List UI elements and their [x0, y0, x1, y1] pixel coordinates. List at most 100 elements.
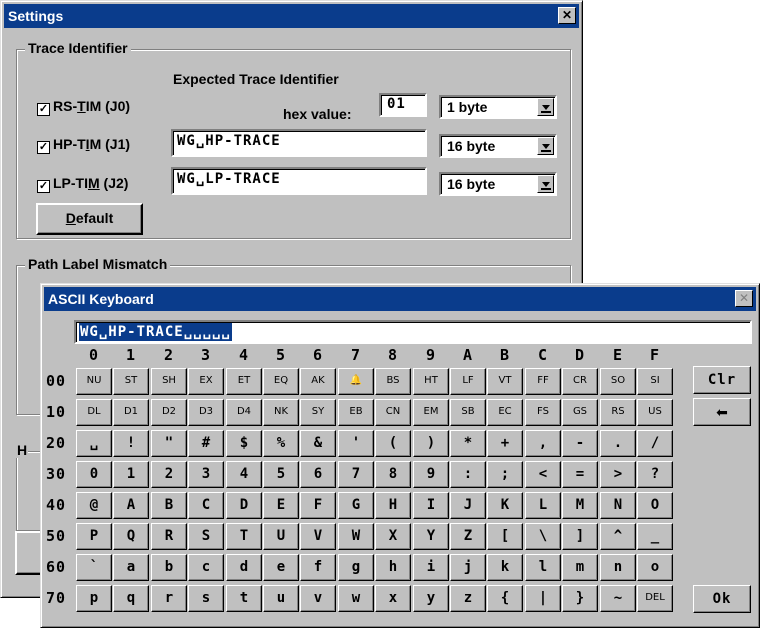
key-60-D[interactable]: m	[562, 554, 598, 581]
key-00-3[interactable]: EX	[188, 368, 224, 395]
key-00-E[interactable]: SO	[600, 368, 636, 395]
key-00-9[interactable]: HT	[413, 368, 449, 395]
key-50-B[interactable]: [	[487, 523, 523, 550]
key-60-E[interactable]: n	[600, 554, 636, 581]
key-10-3[interactable]: D3	[188, 399, 224, 426]
key-30-6[interactable]: 6	[300, 461, 336, 488]
key-10-2[interactable]: D2	[151, 399, 187, 426]
key-70-8[interactable]: x	[375, 585, 411, 612]
key-00-1[interactable]: ST	[113, 368, 149, 395]
key-50-1[interactable]: Q	[113, 523, 149, 550]
key-20-F[interactable]: /	[637, 430, 673, 457]
key-30-3[interactable]: 3	[188, 461, 224, 488]
key-10-8[interactable]: CN	[375, 399, 411, 426]
key-50-3[interactable]: S	[188, 523, 224, 550]
rs-size-select[interactable]: 1 byte	[439, 95, 557, 119]
key-70-B[interactable]: {	[487, 585, 523, 612]
hp-size-select[interactable]: 16 byte	[439, 134, 557, 158]
lp-tim-checkbox[interactable]: ✓ LP-TIM (J2)	[37, 175, 128, 193]
key-40-D[interactable]: M	[562, 492, 598, 519]
key-20-6[interactable]: &	[300, 430, 336, 457]
key-40-A[interactable]: J	[450, 492, 486, 519]
key-30-4[interactable]: 4	[226, 461, 262, 488]
key-30-2[interactable]: 2	[151, 461, 187, 488]
key-20-E[interactable]: .	[600, 430, 636, 457]
key-50-6[interactable]: V	[300, 523, 336, 550]
key-60-5[interactable]: e	[263, 554, 299, 581]
key-20-4[interactable]: $	[226, 430, 262, 457]
chevron-down-icon[interactable]	[537, 175, 554, 193]
chevron-down-icon[interactable]	[537, 137, 554, 155]
key-10-4[interactable]: D4	[226, 399, 262, 426]
key-50-C[interactable]: \	[525, 523, 561, 550]
key-70-3[interactable]: s	[188, 585, 224, 612]
key-20-7[interactable]: '	[338, 430, 374, 457]
key-50-E[interactable]: ^	[600, 523, 636, 550]
key-50-7[interactable]: W	[338, 523, 374, 550]
key-00-0[interactable]: NU	[76, 368, 112, 395]
key-00-7[interactable]: 🔔	[338, 368, 374, 395]
key-70-2[interactable]: r	[151, 585, 187, 612]
rs-tim-checkbox[interactable]: ✓ RS-TIM (J0)	[37, 98, 130, 116]
key-30-8[interactable]: 8	[375, 461, 411, 488]
key-30-E[interactable]: >	[600, 461, 636, 488]
key-70-A[interactable]: z	[450, 585, 486, 612]
key-40-2[interactable]: B	[151, 492, 187, 519]
key-00-C[interactable]: FF	[525, 368, 561, 395]
key-20-3[interactable]: #	[188, 430, 224, 457]
key-70-C[interactable]: |	[525, 585, 561, 612]
key-50-0[interactable]: P	[76, 523, 112, 550]
key-00-D[interactable]: CR	[562, 368, 598, 395]
key-60-A[interactable]: j	[450, 554, 486, 581]
key-70-4[interactable]: t	[226, 585, 262, 612]
clear-button[interactable]: Clr	[693, 366, 751, 394]
key-60-F[interactable]: o	[637, 554, 673, 581]
key-30-C[interactable]: <	[525, 461, 561, 488]
key-40-C[interactable]: L	[525, 492, 561, 519]
key-10-6[interactable]: SY	[300, 399, 336, 426]
key-10-0[interactable]: DL	[76, 399, 112, 426]
key-50-2[interactable]: R	[151, 523, 187, 550]
key-20-8[interactable]: (	[375, 430, 411, 457]
key-10-D[interactable]: GS	[562, 399, 598, 426]
key-60-2[interactable]: b	[151, 554, 187, 581]
key-30-0[interactable]: 0	[76, 461, 112, 488]
lp-size-select[interactable]: 16 byte	[439, 172, 557, 196]
key-70-7[interactable]: w	[338, 585, 374, 612]
key-40-9[interactable]: I	[413, 492, 449, 519]
hp-tim-checkbox[interactable]: ✓ HP-TIM (J1)	[37, 136, 130, 154]
key-70-5[interactable]: u	[263, 585, 299, 612]
key-10-1[interactable]: D1	[113, 399, 149, 426]
key-00-2[interactable]: SH	[151, 368, 187, 395]
key-00-5[interactable]: EQ	[263, 368, 299, 395]
backspace-button[interactable]: ⬅	[693, 398, 751, 426]
key-10-B[interactable]: EC	[487, 399, 523, 426]
key-00-8[interactable]: BS	[375, 368, 411, 395]
key-50-D[interactable]: ]	[562, 523, 598, 550]
key-60-6[interactable]: f	[300, 554, 336, 581]
key-40-6[interactable]: F	[300, 492, 336, 519]
key-60-0[interactable]: `	[76, 554, 112, 581]
key-40-7[interactable]: G	[338, 492, 374, 519]
key-70-D[interactable]: }	[562, 585, 598, 612]
key-70-F[interactable]: DEL	[637, 585, 673, 612]
key-60-8[interactable]: h	[375, 554, 411, 581]
key-20-A[interactable]: *	[450, 430, 486, 457]
key-40-8[interactable]: H	[375, 492, 411, 519]
close-icon[interactable]: ✕	[558, 7, 576, 24]
keyboard-input-field[interactable]: WG␣HP-TRACE␣␣␣␣␣	[74, 320, 752, 344]
key-00-F[interactable]: SI	[637, 368, 673, 395]
lp-trace-field[interactable]: WG␣LP-TRACE	[171, 167, 427, 195]
key-40-F[interactable]: O	[637, 492, 673, 519]
key-40-3[interactable]: C	[188, 492, 224, 519]
close-icon[interactable]: ✕	[735, 290, 753, 307]
ok-button[interactable]: Ok	[693, 585, 751, 613]
key-00-4[interactable]: ET	[226, 368, 262, 395]
hp-trace-field[interactable]: WG␣HP-TRACE	[171, 129, 427, 157]
key-60-C[interactable]: l	[525, 554, 561, 581]
key-30-F[interactable]: ?	[637, 461, 673, 488]
key-10-E[interactable]: RS	[600, 399, 636, 426]
key-60-4[interactable]: d	[226, 554, 262, 581]
key-40-E[interactable]: N	[600, 492, 636, 519]
key-50-4[interactable]: T	[226, 523, 262, 550]
